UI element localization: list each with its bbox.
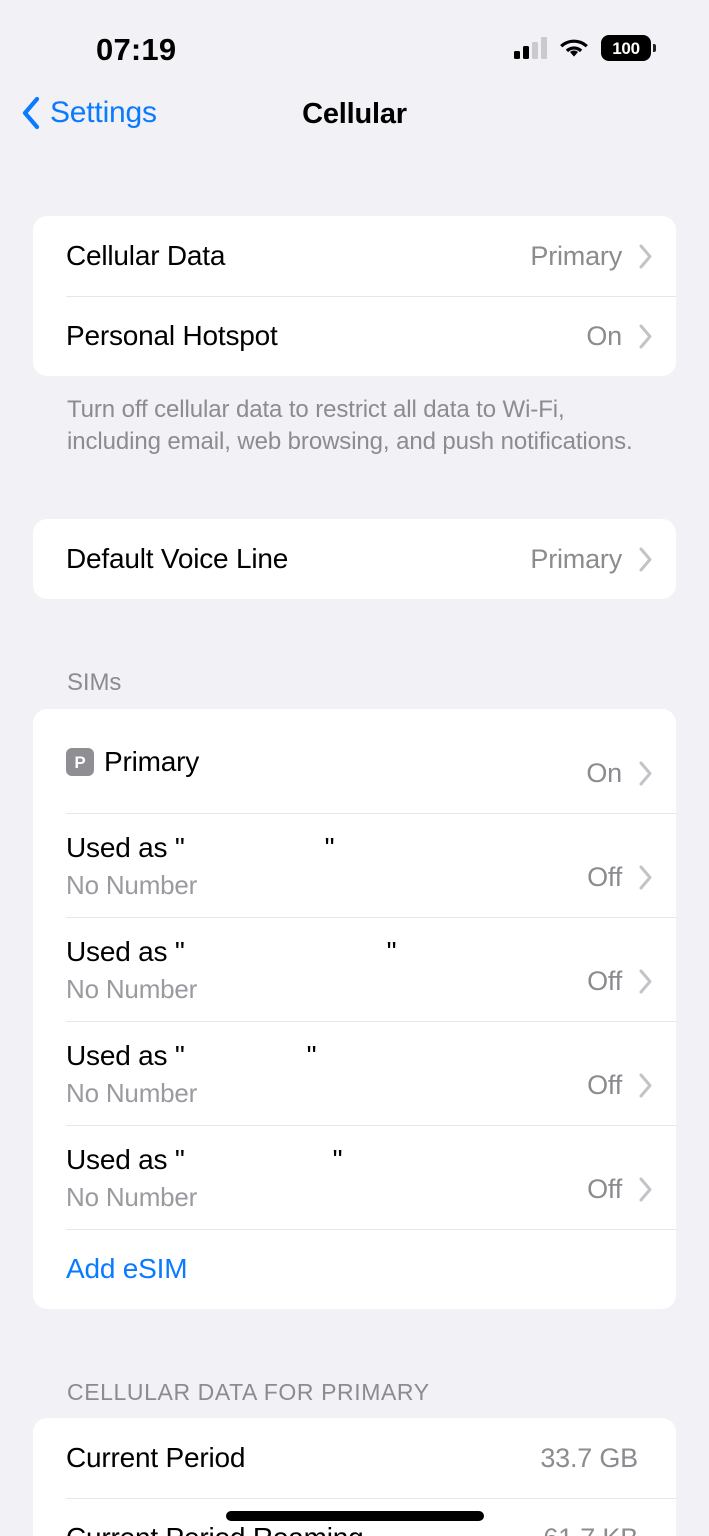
row-current-period-roaming-label: Current Period Roaming <box>66 1522 543 1536</box>
sim-row-line-3[interactable]: Used as " " No Number Off <box>33 1021 676 1125</box>
sim-row-primary[interactable]: P Primary On <box>33 709 676 813</box>
sim-row-line-2[interactable]: Used as " " No Number Off <box>33 917 676 1021</box>
battery-icon: 100 <box>601 35 656 61</box>
add-esim-button[interactable]: Add eSIM <box>33 1229 676 1309</box>
sims-card: P Primary On Used as " " No Number Off U… <box>33 709 676 1310</box>
cellular-data-footnote: Turn off cellular data to restrict all d… <box>67 396 633 455</box>
cellular-settings-screen: 07:19 100 Settings Cellular Cellular Dat… <box>0 0 709 1536</box>
sims-section-header: SIMs <box>67 669 122 697</box>
sim-row-line-1-value: Off <box>587 862 622 893</box>
sim-row-line-3-close-quote: " <box>306 1039 317 1071</box>
sim-row-primary-right: On <box>586 758 654 813</box>
sim-row-line-4-main: Used as " " No Number <box>66 1125 587 1229</box>
chevron-right-icon <box>638 243 654 270</box>
sim-row-line-1-title-wrap: Used as " " <box>66 832 587 864</box>
sim-row-line-2-title-wrap: Used as " " <box>66 936 587 968</box>
default-voice-line-card: Default Voice Line Primary <box>33 519 676 600</box>
sim-row-line-1-right: Off <box>587 862 654 917</box>
sim-row-line-3-subtitle: No Number <box>66 1077 198 1108</box>
status-bar-indicators: 100 <box>514 33 656 63</box>
sim-row-line-3-main: Used as " " No Number <box>66 1021 587 1125</box>
cellular-data-card: Cellular Data Primary Personal Hotspot O… <box>33 216 676 376</box>
navigation-bar: Settings Cellular <box>0 92 709 160</box>
row-default-voice-line-label: Default Voice Line <box>66 543 289 575</box>
home-indicator <box>225 1511 484 1521</box>
sim-row-line-4-subtitle: No Number <box>66 1181 198 1212</box>
sim-row-line-3-value: Off <box>587 1070 622 1101</box>
settings-content: Cellular Data Primary Personal Hotspot O… <box>0 160 709 1536</box>
sim-row-line-1-open-quote: " <box>174 831 185 863</box>
row-cellular-data-label: Cellular Data <box>66 240 226 271</box>
status-bar: 07:19 100 <box>0 0 709 92</box>
sim-row-primary-label: Primary <box>104 746 200 778</box>
sim-row-line-2-open-quote: " <box>174 935 185 967</box>
sim-row-line-2-subtitle: No Number <box>66 973 198 1004</box>
chevron-right-icon <box>638 1176 654 1203</box>
sim-row-line-2-close-quote: " <box>386 935 397 967</box>
chevron-right-icon <box>638 323 654 350</box>
battery-level-label: 100 <box>612 38 640 58</box>
row-default-voice-line[interactable]: Default Voice Line Primary <box>33 519 676 599</box>
sim-row-line-4-open-quote: " <box>174 1143 185 1175</box>
row-cellular-data-value: Primary <box>530 240 622 271</box>
sim-row-primary-value: On <box>586 758 622 789</box>
chevron-right-icon <box>638 760 654 787</box>
row-default-voice-line-value: Primary <box>530 543 622 574</box>
chevron-right-icon <box>638 968 654 995</box>
row-cellular-data[interactable]: Cellular Data Primary <box>33 216 676 296</box>
chevron-right-icon <box>638 1072 654 1099</box>
row-personal-hotspot[interactable]: Personal Hotspot On <box>33 296 676 376</box>
usage-section-header: Cellular Data for Primary <box>67 1379 430 1406</box>
primary-sim-badge-icon: P <box>66 748 94 777</box>
sim-row-line-4[interactable]: Used as " " No Number Off <box>33 1125 676 1229</box>
add-esim-label: Add eSIM <box>66 1253 188 1285</box>
row-personal-hotspot-value: On <box>586 320 622 351</box>
row-current-period-label: Current Period <box>66 1442 246 1474</box>
sim-row-line-1[interactable]: Used as " " No Number Off <box>33 813 676 917</box>
row-personal-hotspot-label: Personal Hotspot <box>66 320 278 351</box>
sim-row-line-4-right: Off <box>587 1174 654 1229</box>
row-current-period-value: 33.7 GB <box>540 1442 638 1473</box>
row-current-period-roaming-value: 61.7 KB <box>543 1523 638 1536</box>
sim-row-line-4-close-quote: " <box>332 1143 343 1175</box>
chevron-right-icon <box>638 546 654 573</box>
sim-row-line-2-main: Used as " " No Number <box>66 917 587 1021</box>
sim-row-line-1-subtitle: No Number <box>66 869 198 900</box>
sim-row-line-2-right: Off <box>587 966 654 1021</box>
sim-row-line-4-prefix: Used as <box>66 1143 175 1175</box>
sim-row-line-3-title-wrap: Used as " " <box>66 1040 587 1072</box>
wifi-icon <box>559 37 589 59</box>
sim-row-line-1-close-quote: " <box>324 831 335 863</box>
page-title: Cellular <box>302 98 407 130</box>
sim-row-line-4-title-wrap: Used as " " <box>66 1144 587 1176</box>
chevron-right-icon <box>638 864 654 891</box>
sim-row-line-3-right: Off <box>587 1070 654 1125</box>
sim-row-line-2-value: Off <box>587 966 622 997</box>
sim-row-line-1-main: Used as " " No Number <box>66 813 587 917</box>
sim-row-line-3-prefix: Used as <box>66 1039 175 1071</box>
row-current-period: Current Period 33.7 GB <box>33 1418 676 1498</box>
sim-row-line-4-value: Off <box>587 1174 622 1205</box>
sim-row-line-1-prefix: Used as <box>66 831 175 863</box>
sim-row-line-3-open-quote: " <box>174 1039 185 1071</box>
sim-row-primary-main: P Primary <box>66 709 586 813</box>
sim-row-primary-title-wrap: P Primary <box>66 746 586 778</box>
cellular-signal-icon <box>514 37 547 59</box>
sim-row-line-2-prefix: Used as <box>66 935 175 967</box>
status-bar-time: 07:19 <box>96 32 177 67</box>
